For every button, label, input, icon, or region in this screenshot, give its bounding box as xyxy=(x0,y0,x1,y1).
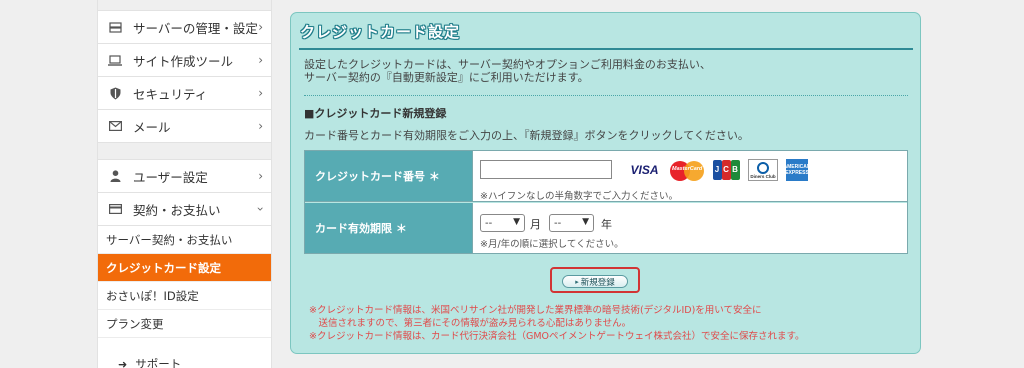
diners-club-logo: Diners Club xyxy=(748,159,778,181)
month-unit: 月 xyxy=(530,218,541,231)
chevron-down-icon: ▼ xyxy=(582,217,589,227)
sidebar-item-support[interactable]: ➜ サポート xyxy=(118,356,181,368)
chevron-right-icon: › xyxy=(258,20,263,34)
sidebar-item-label: セキュリティ xyxy=(133,86,208,102)
expiry-row: カード有効期限 ＊ -- ▼ 月 -- ▼ 年 ※月/年の順に選択してください。 xyxy=(305,203,907,253)
page-title: クレジットカード設定 xyxy=(300,23,461,41)
sidebar-item-label: 契約・お支払い xyxy=(133,202,221,218)
year-unit: 年 xyxy=(601,218,612,231)
sidebar-top-strip xyxy=(98,0,271,11)
intro-text: 設定したクレジットカードは、サーバー契約やオプションご利用料金のお支払い、 サー… xyxy=(304,58,711,84)
chevron-right-icon: › xyxy=(258,86,263,100)
sidebar-subitem-label: おさいぽ！ID設定 xyxy=(106,288,199,303)
card-number-label: クレジットカード番号 ＊ xyxy=(305,151,473,201)
chevron-right-icon: › xyxy=(258,169,263,183)
sidebar-item-server-management[interactable]: サーバーの管理・設定 › xyxy=(98,11,271,44)
sidebar-item-security[interactable]: セキュリティ › xyxy=(98,77,271,110)
expiry-year-select[interactable]: -- ▼ xyxy=(549,214,594,232)
intro-line: サーバー契約の『自動更新設定』にご利用いただけます。 xyxy=(304,71,589,84)
warning-text: ※クレジットカード情報は、米国ベリサイン社が開発した業界標準の暗号技術(デジタル… xyxy=(309,305,762,316)
play-icon: ▸ xyxy=(575,277,579,286)
card-number-note: ※ハイフンなしの半角数字でご入力ください。 xyxy=(480,191,678,202)
shield-icon xyxy=(108,86,122,100)
card-brand-logos: VISA MasterCard JCB Diners Club AMERICAN… xyxy=(627,159,816,181)
sidebar-subitem-server-contract[interactable]: サーバー契約・お支払い xyxy=(98,226,271,254)
expiry-label: カード有効期限 ＊ xyxy=(305,203,473,253)
register-button[interactable]: ▸ 新規登録 xyxy=(562,275,628,288)
sidebar-item-user-settings[interactable]: ユーザー設定 › xyxy=(98,160,271,193)
title-divider xyxy=(299,48,913,50)
expiry-note: ※月/年の順に選択してください。 xyxy=(480,239,624,250)
sidebar-subitem-label: サーバー契約・お支払い xyxy=(106,232,233,247)
mastercard-logo: MasterCard xyxy=(670,159,704,181)
sidebar-item-site-tools[interactable]: サイト作成ツール › xyxy=(98,44,271,77)
arrow-right-icon: ➜ xyxy=(118,357,128,368)
sidebar-item-label: サーバーの管理・設定 xyxy=(133,20,258,36)
amex-logo: AMERICAN EXPRESS xyxy=(784,159,810,181)
support-label: サポート xyxy=(135,357,182,368)
sidebar-divider xyxy=(98,143,271,160)
server-icon xyxy=(108,20,122,34)
warning-text: ※クレジットカード情報は、カード代行決済会社（GMOペイメントゲートウェイ株式会… xyxy=(309,331,805,342)
sidebar-item-mail[interactable]: メール › xyxy=(98,110,271,143)
section-heading: ■クレジットカード新規登録 xyxy=(304,107,447,120)
chevron-right-icon: › xyxy=(258,53,263,67)
laptop-icon xyxy=(108,53,122,67)
sidebar-item-label: メール xyxy=(133,119,171,135)
expiry-month-select[interactable]: -- ▼ xyxy=(480,214,525,232)
visa-logo: VISA xyxy=(627,159,662,181)
sidebar-subitem-credit-card[interactable]: クレジットカード設定 xyxy=(98,254,271,282)
card-number-input[interactable] xyxy=(480,160,612,179)
chevron-down-icon: ▼ xyxy=(513,217,520,227)
mail-icon xyxy=(108,119,122,133)
credit-card-icon xyxy=(108,202,122,216)
dotted-divider xyxy=(304,95,908,96)
sidebar-item-label: ユーザー設定 xyxy=(133,169,208,185)
sidebar-subitem-label: プラン変更 xyxy=(106,316,164,331)
section-description: カード番号とカード有効期限をご入力の上、『新規登録』ボタンをクリックしてください… xyxy=(304,129,749,142)
card-number-row: クレジットカード番号 ＊ VISA MasterCard JCB Diners … xyxy=(305,151,907,202)
card-number-cell: VISA MasterCard JCB Diners Club AMERICAN… xyxy=(473,151,907,202)
credit-card-form: クレジットカード番号 ＊ VISA MasterCard JCB Diners … xyxy=(304,150,908,254)
sidebar-item-label: サイト作成ツール xyxy=(133,53,234,69)
sidebar-subitem-plan-change[interactable]: プラン変更 xyxy=(98,310,271,338)
chevron-down-icon: › xyxy=(253,206,268,212)
sidebar-item-contract-payment[interactable]: 契約・お支払い › xyxy=(98,193,271,226)
sidebar-subitem-label: クレジットカード設定 xyxy=(106,260,221,275)
chevron-right-icon: › xyxy=(258,119,263,133)
user-icon xyxy=(108,169,122,183)
jcb-logo: JCB xyxy=(712,159,740,181)
submit-highlight: ▸ 新規登録 xyxy=(550,267,640,293)
sidebar-subitem-osaipo-id[interactable]: おさいぽ！ID設定 xyxy=(98,282,271,310)
expiry-cell: -- ▼ 月 -- ▼ 年 ※月/年の順に選択してください。 xyxy=(473,203,907,253)
sidebar: サーバーの管理・設定 › サイト作成ツール › セキュリティ › メール › ユ… xyxy=(97,0,272,368)
warning-text: 送信されますので、第三者にその情報が盗み見られる心配はありません。 xyxy=(309,318,632,329)
credit-card-settings-panel: クレジットカード設定 設定したクレジットカードは、サーバー契約やオプションご利用… xyxy=(290,12,921,354)
intro-line: 設定したクレジットカードは、サーバー契約やオプションご利用料金のお支払い、 xyxy=(304,58,711,71)
